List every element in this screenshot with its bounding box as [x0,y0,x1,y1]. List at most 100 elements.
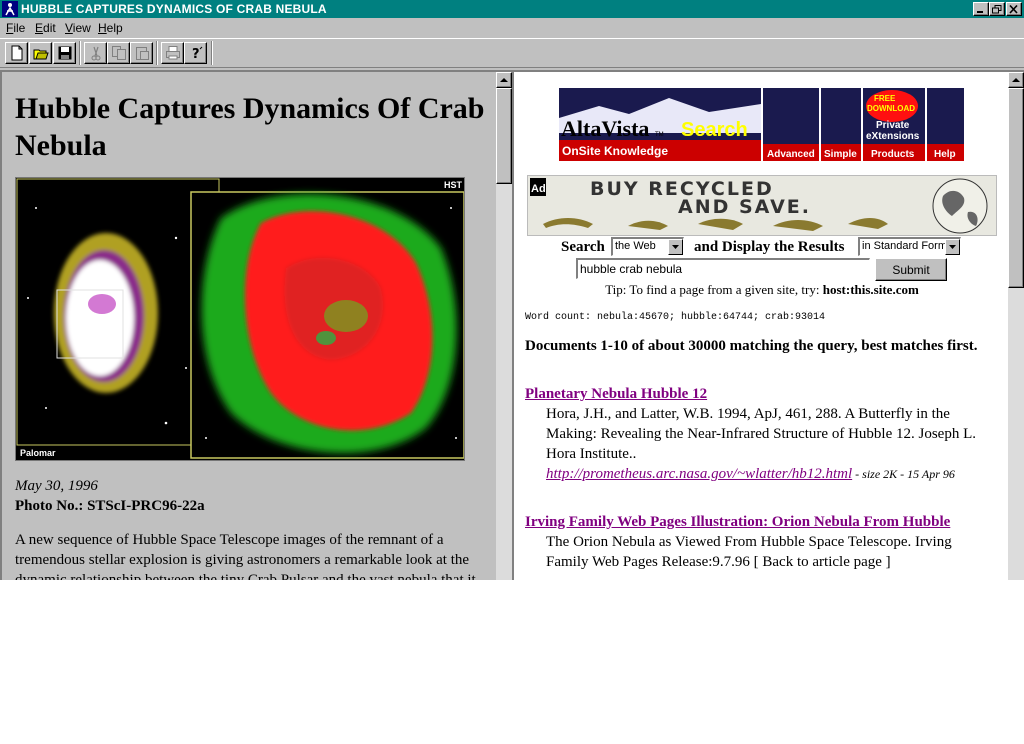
result-url-link[interactable]: http://prometheus.arc.nasa.gov/~wlatter/… [546,466,852,482]
chevron-down-icon [949,245,956,249]
scroll-thumb[interactable] [496,88,512,184]
altavista-banner[interactable]: AltaVista TM Search OnSite Knowledge FRE… [559,88,964,161]
paste-icon [136,47,149,60]
tab-help[interactable]: Help [934,149,956,160]
article-date: May 30, 1996 [15,478,98,494]
palomar-label: Palomar [20,448,56,458]
tab-simple[interactable]: Simple [824,149,857,160]
format-dropdown-arrow[interactable] [945,239,960,255]
save-button[interactable] [53,42,76,64]
menu-help[interactable]: Help [98,21,123,35]
minimize-icon [977,11,983,13]
format-select-value: in Standard Form [862,240,947,252]
ad-badge: Ad [531,183,546,195]
app-icon [2,1,18,17]
results-summary: Documents 1-10 of about 30000 matching t… [525,338,978,354]
scroll-thumb[interactable] [1008,88,1024,288]
altavista-logo-text: AltaVista [561,116,649,141]
result-url-line: http://prometheus.arc.nasa.gov/~wlatter/… [546,464,995,484]
arrow-up-icon [1012,78,1020,82]
free-download-text-2: DOWNLOAD [867,104,915,113]
free-download-text: FREE [874,94,896,103]
search-results-content: AltaVista TM Search OnSite Knowledge FRE… [514,72,1008,580]
tip-example: host:this.site.com [822,282,919,297]
open-folder-icon [33,49,49,60]
result-description: The Orion Nebula as Viewed From Hubble S… [546,534,952,570]
article-body: A new sequence of Hubble Space Telescope… [15,532,476,580]
cut-scissors-icon [91,46,101,61]
toolbar: ? [0,38,1024,68]
scope-dropdown-arrow[interactable] [668,239,683,255]
results-scrollbar[interactable] [1008,72,1024,580]
tab-products[interactable]: Products [871,149,915,160]
private-extensions-text: Private [876,120,910,131]
menu-file[interactable]: File [6,21,25,35]
nebula-composite-picture [16,178,464,460]
menu-edit[interactable]: Edit [35,21,56,35]
scope-select-value: the Web [615,240,656,252]
arrow-up-icon [500,78,508,82]
toolbar-separator [156,41,158,65]
restore-button[interactable] [989,2,1005,16]
search-query-input[interactable] [576,258,870,279]
print-button[interactable] [161,42,184,64]
result-meta: - size 2K - 15 Apr 96 [852,467,955,481]
help-button[interactable]: ? [184,42,207,64]
result-title-link[interactable]: Planetary Nebula Hubble 12 [525,384,707,404]
tab-advanced[interactable]: Advanced [767,149,815,160]
paste-button[interactable] [130,42,153,64]
result-description: Hora, J.H., and Latter, W.B. 1994, ApJ, … [546,406,976,462]
ad-line-2: AND SAVE. [678,196,811,218]
open-button[interactable] [29,42,52,64]
article-title: Hubble Captures Dynamics Of Crab Nebula [15,92,485,162]
recycled-ad-banner[interactable]: Ad BUY RECYCLED AND SAVE. [527,175,997,236]
word-count: Word count: nebula:45670; hubble:64744; … [525,312,826,323]
altavista-tm: TM [655,132,664,138]
altavista-banner-graphic: AltaVista TM Search OnSite Knowledge FRE… [559,88,964,161]
scroll-up-button[interactable] [1008,72,1024,88]
menu-view[interactable]: View [65,21,91,35]
new-document-icon [11,45,23,61]
search-results-pane: AltaVista TM Search OnSite Knowledge FRE… [512,70,1024,580]
toolbar-separator [79,41,81,65]
hst-label: HST [444,180,462,190]
window-title: HUBBLE CAPTURES DYNAMICS OF CRAB NEBULA [21,2,327,16]
crab-nebula-image: Palomar HST [15,177,465,461]
menu-bar: File Edit View Help [0,18,1024,38]
chevron-down-icon [672,245,679,249]
search-label: Search [561,239,605,255]
tip-text: Tip: To find a page from a given site, t… [605,282,823,297]
close-icon [1009,5,1018,14]
article-content: Hubble Captures Dynamics Of Crab Nebula [2,72,496,580]
scroll-up-button[interactable] [496,72,512,88]
photo-number: Photo No.: STScI-PRC96-22a [15,498,205,514]
copy-button[interactable] [107,42,130,64]
browser-window: HUBBLE CAPTURES DYNAMICS OF CRAB NEBULA … [0,0,1024,580]
cut-button[interactable] [84,42,107,64]
restore-icon [992,5,1002,14]
display-results-label: and Display the Results [694,239,845,255]
minimize-button[interactable] [973,2,989,16]
print-icon [166,46,180,60]
onsite-knowledge-text: OnSite Knowledge [562,144,668,158]
toolbar-separator [211,41,213,65]
format-select[interactable]: in Standard Form [858,237,961,256]
submit-button[interactable]: Submit [875,258,947,281]
result-item: Planetary Nebula Hubble 12 Hora, J.H., a… [525,384,995,484]
copy-icon [112,46,126,60]
search-tip: Tip: To find a page from a given site, t… [514,282,1008,298]
save-disk-icon [58,46,72,60]
help-question-icon: ? [192,46,203,61]
close-button[interactable] [1006,2,1022,16]
new-button[interactable] [5,42,28,64]
private-extensions-text-2: eXtensions [866,131,920,142]
scope-select[interactable]: the Web [611,237,684,256]
svg-text:?: ? [192,47,200,61]
article-pane: Hubble Captures Dynamics Of Crab Nebula [0,70,512,580]
result-item: Irving Family Web Pages Illustration: Or… [525,512,995,572]
article-scrollbar[interactable] [496,72,512,580]
ad-graphic: Ad BUY RECYCLED AND SAVE. [530,178,988,234]
title-bar[interactable]: HUBBLE CAPTURES DYNAMICS OF CRAB NEBULA [0,0,1024,18]
altavista-search-word: Search [681,119,748,141]
result-title-link[interactable]: Irving Family Web Pages Illustration: Or… [525,512,950,532]
